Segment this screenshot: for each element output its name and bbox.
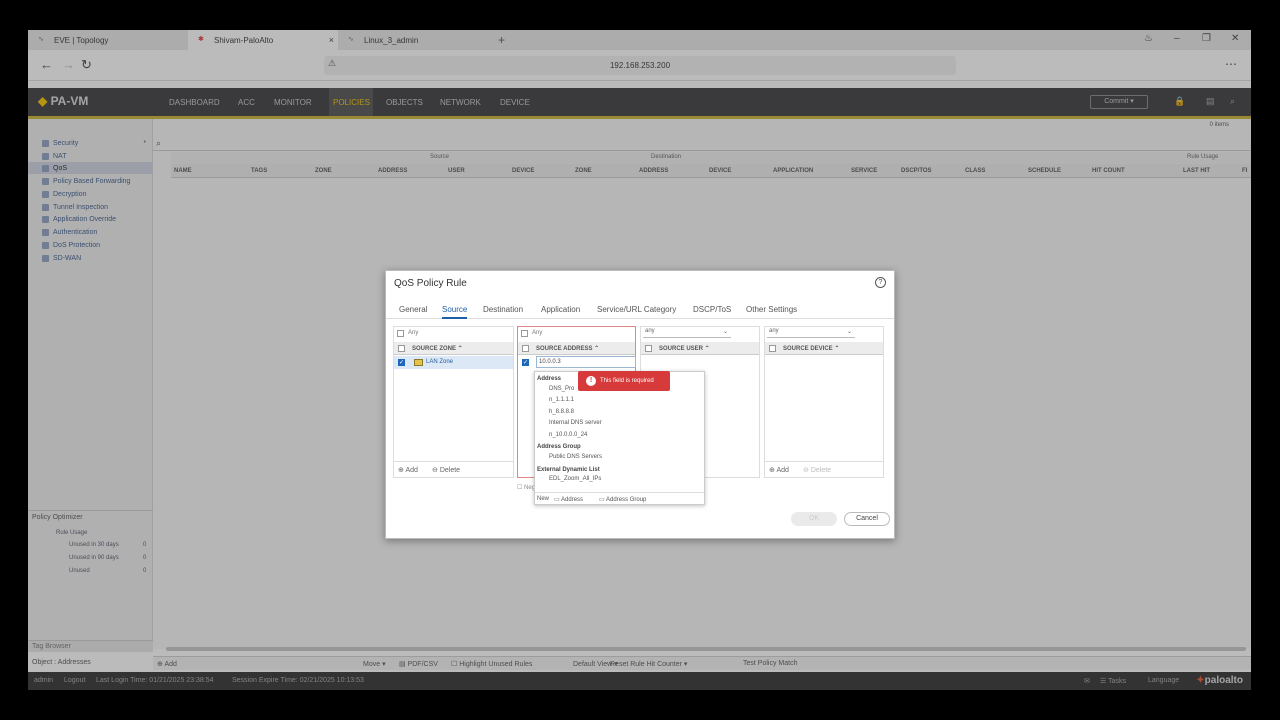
source-device-title[interactable]: SOURCE DEVICE ⌃	[783, 345, 839, 352]
tab-other-settings[interactable]: Other Settings	[746, 305, 797, 314]
source-zone-header: SOURCE ZONE ⌃	[394, 342, 513, 355]
new-address-button[interactable]: ▭ Address	[554, 496, 583, 503]
tab-general[interactable]: General	[399, 305, 427, 314]
tab-destination[interactable]: Destination	[483, 305, 523, 314]
address-suggestion-dropdown: Address DNS_Pro n_1.1.1.1 h_8.8.8.8 Inte…	[534, 371, 705, 505]
source-address-title[interactable]: SOURCE ADDRESS ⌃	[536, 345, 599, 352]
delete-zone-button[interactable]: ⊖ Delete	[432, 466, 460, 474]
lan-zone-label: LAN Zone	[426, 359, 454, 365]
dd-item[interactable]: Public DNS Servers	[549, 454, 602, 460]
browser-window: ∿ EVE | Topology ✱ Shivam-PaloAlto × ∿ L…	[28, 30, 1251, 690]
tab-source[interactable]: Source	[442, 305, 468, 319]
any-zone-checkbox[interactable]	[397, 330, 404, 337]
dd-item[interactable]: EDL_Zoom_All_IPs	[549, 476, 601, 482]
source-address-header: SOURCE ADDRESS ⌃	[518, 342, 635, 355]
qos-policy-rule-dialog: QoS Policy Rule ? General Source Destina…	[385, 270, 895, 539]
error-icon: !	[586, 376, 596, 386]
tab-application[interactable]: Application	[541, 305, 580, 314]
select-all-address-checkbox[interactable]	[522, 345, 529, 352]
any-zone-row: Any	[394, 328, 513, 340]
source-address-input[interactable]: 10.0.0.3	[536, 356, 636, 368]
select-all-user-checkbox[interactable]	[645, 345, 652, 352]
dd-item[interactable]: n_10.0.0.0_24	[549, 432, 587, 438]
source-user-select[interactable]: any ⌄	[643, 328, 731, 338]
source-device-select[interactable]: any ⌄	[767, 328, 855, 338]
dropdown-footer: New ▭ Address ▭ Address Group	[535, 492, 704, 504]
source-device-panel: any ⌄ SOURCE DEVICE ⌃ ⊕ Add ⊖ Delete	[764, 326, 884, 478]
add-zone-button[interactable]: ⊕ Add	[398, 466, 418, 474]
source-device-header: SOURCE DEVICE ⌃	[765, 342, 883, 355]
dd-group-address-group: Address Group	[537, 444, 581, 450]
device-panel-footer: ⊕ Add ⊖ Delete	[765, 461, 883, 477]
zone-icon	[414, 359, 423, 366]
tab-service-url[interactable]: Service/URL Category	[597, 305, 676, 314]
dd-item[interactable]: h_8.8.8.8	[549, 409, 574, 415]
cancel-button[interactable]: Cancel	[844, 512, 890, 526]
ok-button[interactable]: OK	[791, 512, 837, 526]
zone-row-lan[interactable]: ✓ LAN Zone	[394, 356, 513, 369]
help-icon[interactable]: ?	[875, 277, 886, 288]
chevron-down-icon: ⌄	[846, 329, 852, 335]
new-label: New	[537, 496, 550, 502]
address-row-checkbox[interactable]: ✓	[522, 359, 529, 366]
chevron-down-icon: ⌄	[722, 329, 728, 335]
select-all-device-checkbox[interactable]	[769, 345, 776, 352]
any-zone-label: Any	[408, 330, 419, 336]
dd-group-address: Address	[537, 376, 562, 382]
dd-item[interactable]: n_1.1.1.1	[549, 397, 574, 403]
add-device-button[interactable]: ⊕ Add	[769, 466, 789, 474]
field-required-error: ! This field is required	[578, 371, 670, 391]
source-user-title[interactable]: SOURCE USER ⌃	[659, 345, 710, 352]
source-zone-panel: Any SOURCE ZONE ⌃ ✓ LAN Zone ⊕ Add ⊖ Del…	[393, 326, 514, 478]
any-address-checkbox[interactable]	[521, 330, 528, 337]
dialog-tabs: General Source Destination Application S…	[386, 301, 894, 319]
dialog-title: QoS Policy Rule	[394, 278, 467, 289]
any-address-label: Any	[532, 330, 543, 336]
source-zone-title[interactable]: SOURCE ZONE ⌃	[412, 345, 463, 352]
dd-item[interactable]: DNS_Pro	[549, 386, 574, 392]
dd-group-edl: External Dynamic List	[537, 467, 600, 473]
any-address-row: Any	[518, 328, 635, 340]
delete-device-button[interactable]: ⊖ Delete	[803, 466, 831, 474]
source-user-header: SOURCE USER ⌃	[641, 342, 759, 355]
select-all-zone-checkbox[interactable]	[398, 345, 405, 352]
dd-item[interactable]: Internal DNS server	[549, 420, 602, 426]
zone-panel-footer: ⊕ Add ⊖ Delete	[394, 461, 513, 477]
lan-zone-checkbox[interactable]: ✓	[398, 359, 405, 366]
new-address-group-button[interactable]: ▭ Address Group	[599, 496, 646, 503]
tab-dscp-tos[interactable]: DSCP/ToS	[693, 305, 731, 314]
